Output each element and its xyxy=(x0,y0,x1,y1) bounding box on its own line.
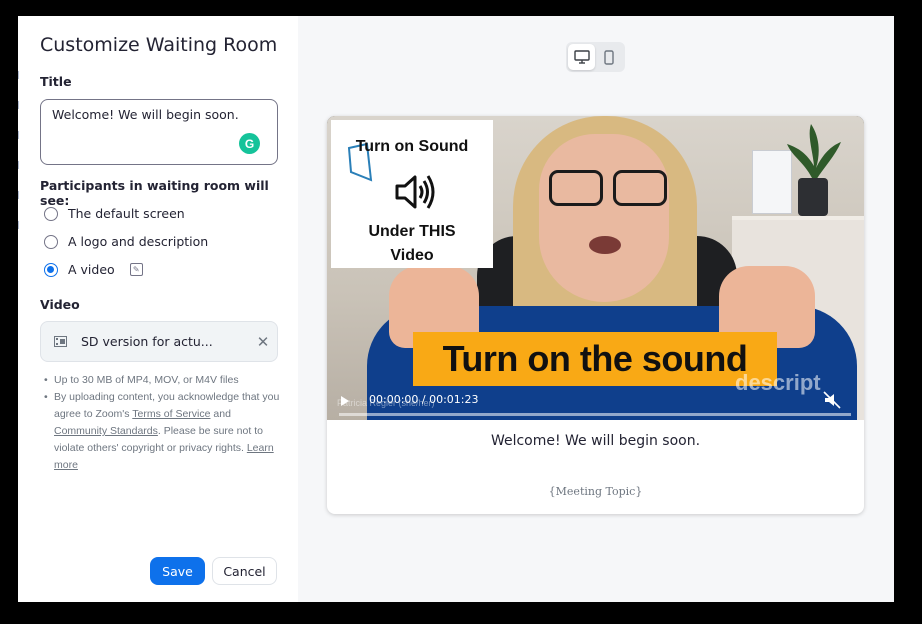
overlay-bottom-line2: Video xyxy=(390,247,434,264)
glasses-left xyxy=(549,170,603,206)
close-icon[interactable]: ✕ xyxy=(249,333,277,351)
video-time: 00:00:00 / 00:01:23 xyxy=(369,393,479,406)
radio-button-selected[interactable] xyxy=(44,262,58,277)
cancel-button[interactable]: Cancel xyxy=(212,557,277,585)
title-label: Title xyxy=(40,74,72,89)
mouth xyxy=(589,236,621,254)
radio-button[interactable] xyxy=(44,206,58,221)
video-file-name: SD version for actu... xyxy=(81,334,213,349)
panel-title: Customize Waiting Room xyxy=(40,34,278,56)
video-progress-bar[interactable] xyxy=(339,413,851,416)
radio-button[interactable] xyxy=(44,234,58,249)
title-textarea[interactable]: Welcome! We will begin soon. G xyxy=(40,99,278,165)
note-copyright: By uploading content, you acknowledge th… xyxy=(44,389,280,474)
sound-banner: Turn on the sound xyxy=(413,332,777,386)
film-icon xyxy=(54,336,67,347)
option-label: A video xyxy=(68,262,115,277)
video-file-chip: SD version for actu... ✕ xyxy=(40,321,278,362)
option-default-screen[interactable]: The default screen xyxy=(44,206,185,221)
upload-notes: Up to 30 MB of MP4, MOV, or M4V files By… xyxy=(44,372,280,474)
option-label: The default screen xyxy=(68,206,185,221)
settings-panel: Customize Waiting Room Title Welcome! We… xyxy=(18,16,298,602)
waiting-room-preview: Turn on Sound Under THIS Video Turn on t… xyxy=(327,116,864,514)
preview-welcome-text: Welcome! We will begin soon. xyxy=(490,433,701,449)
option-logo-description[interactable]: A logo and description xyxy=(44,234,208,249)
phone-icon[interactable] xyxy=(595,44,622,70)
plant-pot xyxy=(798,178,828,216)
plant-image xyxy=(787,124,841,182)
monitor-icon[interactable] xyxy=(568,44,595,70)
edit-icon[interactable]: ✎ xyxy=(129,263,143,276)
participants-label: Participants in waiting room will see: xyxy=(40,178,269,208)
device-view-toggle xyxy=(566,42,625,72)
glasses-right xyxy=(613,170,667,206)
overlay-bottom-line1: Under THIS xyxy=(368,223,456,240)
overlay-bottom-text: Under THIS Video xyxy=(331,220,493,268)
mute-icon[interactable] xyxy=(823,391,841,409)
video-player[interactable]: Turn on Sound Under THIS Video Turn on t… xyxy=(327,116,864,420)
preview-area: Turn on Sound Under THIS Video Turn on t… xyxy=(298,16,894,602)
background-edge xyxy=(18,71,22,241)
overlay-top-text: Turn on Sound xyxy=(355,138,469,155)
app-screen: Customize Waiting Room Title Welcome! We… xyxy=(18,16,894,602)
video-controls: 00:00:00 / 00:01:23 xyxy=(327,386,864,420)
option-label: A logo and description xyxy=(68,234,209,249)
community-standards-link[interactable]: Community Standards xyxy=(54,425,158,437)
play-icon[interactable] xyxy=(341,396,349,406)
video-label: Video xyxy=(40,297,80,312)
terms-of-service-link[interactable]: Terms of Service xyxy=(132,408,210,420)
save-button[interactable]: Save xyxy=(150,557,205,585)
preview-meeting-topic: {Meeting Topic} xyxy=(548,485,643,498)
sound-overlay: Turn on Sound Under THIS Video xyxy=(331,120,493,268)
option-video[interactable]: A video ✎ xyxy=(44,262,143,277)
window-frame: Customize Waiting Room Title Welcome! We… xyxy=(0,0,922,624)
note-size-limit: Up to 30 MB of MP4, MOV, or M4V files xyxy=(44,372,280,389)
grammarly-icon[interactable]: G xyxy=(239,133,260,154)
speaker-icon xyxy=(395,175,435,209)
face xyxy=(539,134,669,302)
title-value[interactable]: Welcome! We will begin soon. xyxy=(52,107,239,122)
